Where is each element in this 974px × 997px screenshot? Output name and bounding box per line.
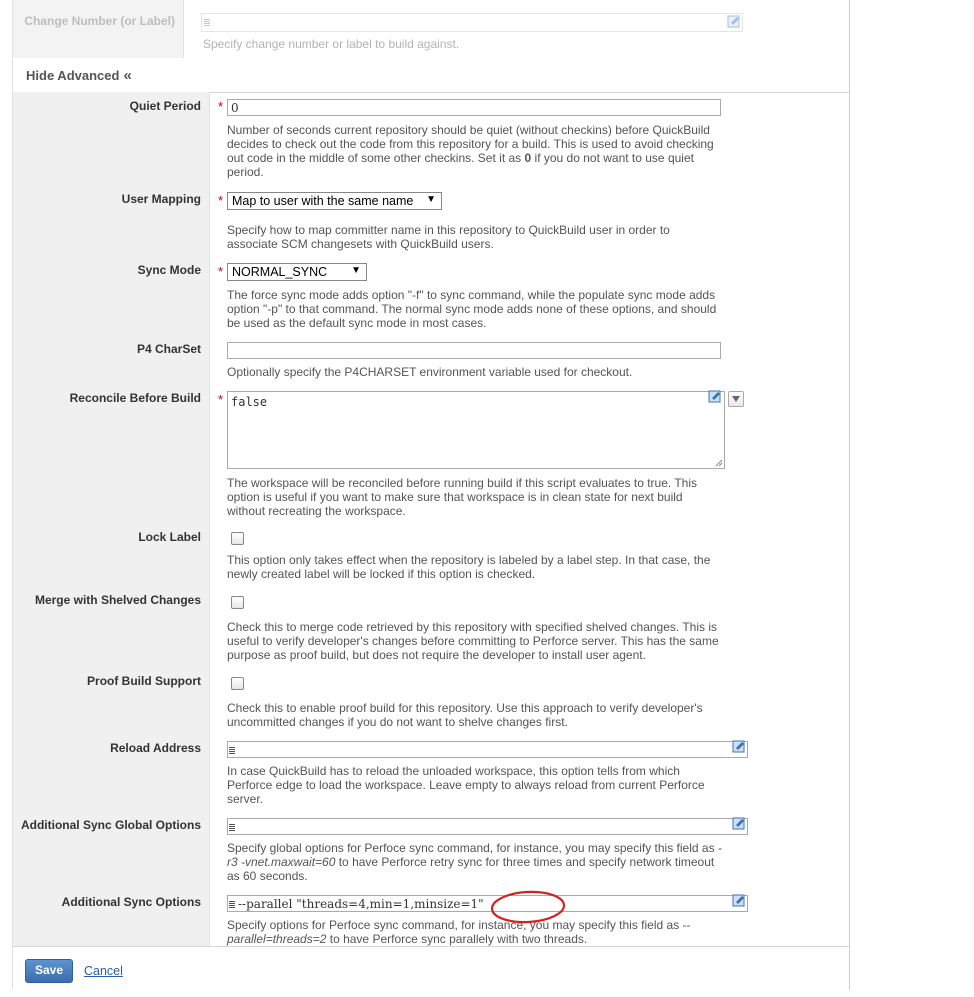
lock-label-label: Lock Label <box>138 530 201 544</box>
double-chevron-left-icon: « <box>123 67 132 84</box>
sync-options-label: Additional Sync Options <box>61 895 201 909</box>
change-number-label-cell: Change Number (or Label) <box>13 0 184 58</box>
user-mapping-help: Specify how to map committer name in thi… <box>227 223 670 251</box>
merge-shelved-label: Merge with Shelved Changes <box>34 593 201 607</box>
user-mapping-select[interactable]: Map to user with the same name ▼ <box>227 192 442 210</box>
edit-icon[interactable] <box>732 739 746 753</box>
change-number-help: Specify change number or label to build … <box>203 37 460 51</box>
p4-charset-label: P4 CharSet <box>136 342 201 356</box>
p4-charset-help: Optionally specify the P4CHARSET environ… <box>227 365 633 379</box>
edit-icon[interactable] <box>708 389 722 403</box>
dropdown-arrow-icon: ▼ <box>426 194 436 205</box>
required-marker: * <box>218 392 224 407</box>
lock-label-checkbox[interactable] <box>231 532 244 545</box>
sync-mode-help: The force sync mode adds option "-f" to … <box>227 288 717 330</box>
required-marker: * <box>218 193 224 208</box>
reconcile-help: The workspace will be reconciled before … <box>227 476 698 518</box>
resize-grip-icon[interactable] <box>715 459 723 467</box>
edit-icon[interactable] <box>732 816 746 830</box>
p4-charset-input[interactable] <box>227 342 721 359</box>
form-panel: Change Number (or Label) Specify change … <box>12 0 850 991</box>
sync-mode-select[interactable]: NORMAL_SYNC ▼ <box>227 263 367 281</box>
quiet-period-label: Quiet Period <box>129 99 201 113</box>
global-options-label: Additional Sync Global Options <box>20 818 201 832</box>
proof-build-checkbox[interactable] <box>231 677 244 690</box>
lines-icon <box>204 19 210 26</box>
lines-icon <box>229 824 235 831</box>
reconcile-script-textarea[interactable]: false <box>227 391 725 469</box>
change-number-label: Change Number (or Label) <box>24 14 175 28</box>
reload-address-label: Reload Address <box>110 741 201 755</box>
reconcile-options-button[interactable] <box>728 391 744 407</box>
proof-build-label: Proof Build Support <box>87 674 201 688</box>
merge-shelved-help: Check this to merge code retrieved by th… <box>227 620 719 662</box>
sync-options-help: Specify options for Perfoce sync command… <box>227 918 691 946</box>
user-mapping-label: User Mapping <box>121 192 201 206</box>
hide-advanced-toggle[interactable]: Hide Advanced « <box>26 67 132 84</box>
sync-options-input[interactable]: --parallel "threads=4,min=1,minsize=1" <box>227 895 748 912</box>
dropdown-arrow-icon <box>732 396 740 402</box>
hide-advanced-bar: Hide Advanced « <box>13 58 849 93</box>
annotation-circle <box>490 890 566 924</box>
change-number-row: Change Number (or Label) Specify change … <box>13 0 849 59</box>
quiet-period-help: Number of seconds current repository sho… <box>227 123 714 179</box>
cancel-link[interactable]: Cancel <box>84 964 123 978</box>
quiet-period-input[interactable]: 0 <box>227 99 721 116</box>
reload-address-help: In case QuickBuild has to reload the unl… <box>227 764 705 806</box>
edit-icon[interactable] <box>727 14 741 28</box>
merge-shelved-checkbox[interactable] <box>231 596 244 609</box>
required-marker: * <box>218 99 224 114</box>
change-number-input[interactable] <box>201 13 743 32</box>
reload-address-input[interactable] <box>227 741 748 758</box>
required-marker: * <box>218 264 224 279</box>
dropdown-arrow-icon: ▼ <box>351 265 361 276</box>
edit-icon[interactable] <box>732 893 746 907</box>
global-options-help: Specify global options for Perfoce sync … <box>227 841 722 883</box>
lines-icon <box>229 747 235 754</box>
lock-label-help: This option only takes effect when the r… <box>227 553 711 581</box>
sync-mode-label: Sync Mode <box>137 263 201 277</box>
form-footer: Save Cancel <box>13 946 849 991</box>
global-options-input[interactable] <box>227 818 748 835</box>
lines-icon <box>229 901 235 908</box>
proof-build-help: Check this to enable proof build for thi… <box>227 701 703 729</box>
reconcile-label: Reconcile Before Build <box>69 391 201 405</box>
save-button[interactable]: Save <box>25 959 73 983</box>
